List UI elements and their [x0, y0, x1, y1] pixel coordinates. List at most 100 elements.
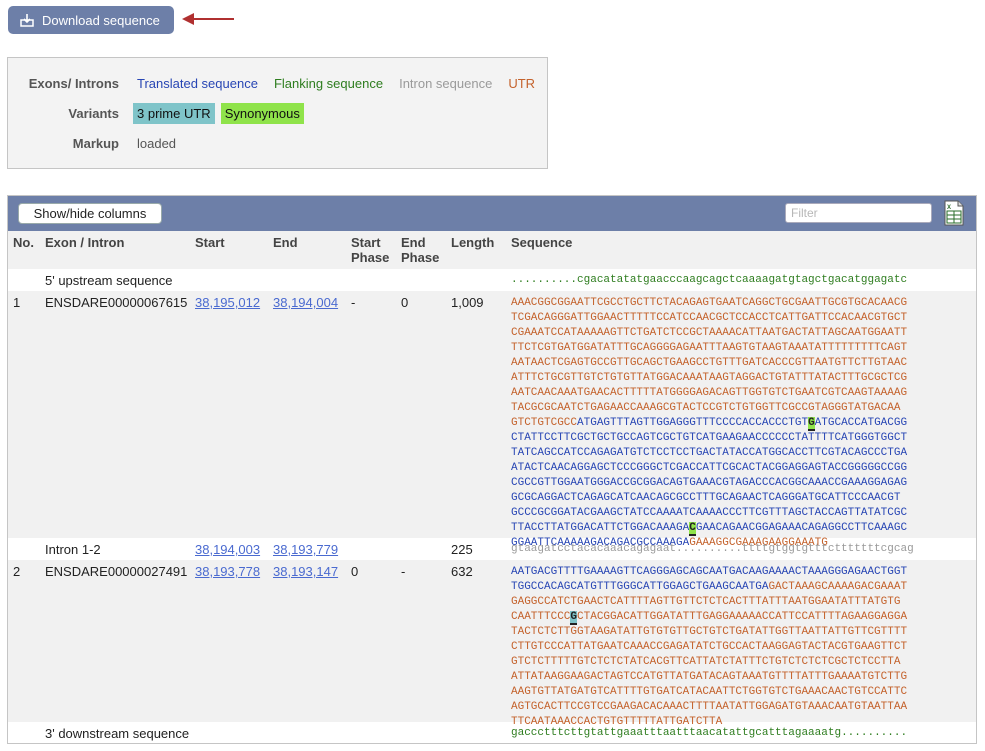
utr-sequence: AAGTGTTATGATGTCATTTTGTGATCATACAATTCTGGTG…: [511, 686, 908, 698]
variant-badge-synonymous: Synonymous: [220, 102, 304, 124]
utr-sequence: TACTCTCTTGGTAAGATATTGTGTGTTGCTGTCTGATATT…: [511, 626, 908, 638]
row-name: ENSDARE00000067615: [45, 295, 188, 310]
utr-sequence: AAACGGCGGAATTCGCCTGCTTCTACAGAGTGAATCAGGC…: [511, 297, 908, 309]
sequence-ellipsis: ..........: [841, 727, 908, 739]
translated-sequence: GCGCAGGACTCAGAGCATCAACAGCGCCTTTGCAGAACTC…: [511, 492, 901, 504]
exons-table: Show/hide columns X No. Exon / Intron St…: [7, 195, 977, 744]
variant-badge-3-prime-utr: 3 prime UTR: [133, 102, 215, 124]
download-sequence-button[interactable]: Download sequence: [8, 6, 174, 34]
col-header-start-phase[interactable]: Start Phase: [351, 235, 389, 265]
intron-sequence: gtaagatcctacacaaacagagaat..........ttttg…: [511, 543, 914, 555]
translated-sequence: CGCCGTTGGAATGGGACCGCGGACAGTGAAACGTAGACCC…: [511, 477, 908, 489]
row-name: ENSDARE00000027491: [45, 564, 188, 579]
legend-row-exons: Exons/ Introns Translated sequence Flank…: [8, 72, 547, 94]
pointer-arrow-icon: [182, 13, 234, 25]
table-row: 1 ENSDARE00000067615 38,195,012 38,194,0…: [8, 291, 976, 549]
synonymous-variant-base: C: [689, 522, 696, 536]
start-coordinate-link[interactable]: 38,193,778: [195, 564, 260, 579]
translated-sequence: AATGACGTTTTGAAAAGTTCAGGGAGCAGCAATGACAAGA…: [511, 566, 908, 578]
end-coordinate-link[interactable]: 38,193,147: [273, 564, 338, 579]
utr-sequence: CTTGTCCCATTATGAATCAAACCGAGATATCTGCCACTAA…: [511, 641, 908, 653]
col-header-end-phase-l2: Phase: [401, 250, 440, 265]
end-coordinate-link[interactable]: 38,193,779: [273, 542, 338, 557]
legend-label-exons: Exons/ Introns: [28, 75, 119, 91]
sequence-cell: AAACGGCGGAATTCGCCTGCTTCTACAGAGTGAATCAGGC…: [511, 296, 907, 551]
col-header-start[interactable]: Start: [195, 235, 225, 250]
translated-sequence: TGGCCACAGCATGTTTGGGCATTGGAGCTGAAGCAATGA: [511, 581, 769, 593]
end-coordinate-link[interactable]: 38,194,004: [273, 295, 338, 310]
row-length: 225: [451, 542, 473, 557]
utr-sequence: ATTTCTGCGTTGTCTGTGTTATGGACAAATAAGTAGGACT…: [511, 372, 908, 384]
table-toolbar: Show/hide columns X: [8, 196, 976, 231]
utr-sequence: CTACGGACATTGGATATTTGAGGAAAAACCATTCCATTTT…: [577, 611, 908, 623]
col-header-sequence[interactable]: Sequence: [511, 235, 572, 250]
start-phase: 0: [351, 564, 359, 579]
legend-translated: Translated sequence: [137, 75, 258, 91]
translated-sequence: ATACTCAACAGGAGCTCCCGGGCTCGACCATTCGCACTAC…: [511, 462, 908, 474]
col-header-start-phase-l2: Phase: [351, 250, 390, 265]
row-name: Intron 1-2: [45, 542, 101, 557]
translated-sequence: GAACAGAACGGAGAAACAGAGGCCTTCAAAGC: [695, 522, 908, 534]
table-row: 3' downstream sequence gaccctttcttgtattg…: [8, 722, 976, 743]
end-phase: -: [401, 564, 406, 579]
sequence-cell: gaccctttcttgtattgaaatttaatttaacatattgcat…: [511, 726, 907, 741]
row-name: 5' upstream sequence: [45, 273, 173, 288]
sequence-cell: AATGACGTTTTGAAAAGTTCAGGGAGCAGCAATGACAAGA…: [511, 565, 907, 730]
sequence-cell: ..........cgacatatatgaacccaagcagctcaaaag…: [511, 273, 907, 288]
row-length: 632: [451, 564, 473, 579]
utr-sequence: AATCAACAAATGAACACTTTTTATGGGGAGACAGTTGGTG…: [511, 387, 908, 399]
filter-input[interactable]: [785, 203, 932, 223]
col-header-no[interactable]: No.: [13, 235, 34, 250]
row-number: 2: [13, 564, 21, 579]
col-header-exon[interactable]: Exon / Intron: [45, 235, 124, 250]
start-coordinate-link[interactable]: 38,195,012: [195, 295, 260, 310]
col-header-length[interactable]: Length: [451, 235, 494, 250]
legend-intron: Intron sequence: [399, 75, 493, 91]
table-header: No. Exon / Intron Start End Start Phase E…: [8, 231, 976, 269]
legend-row-markup: Markup loaded: [8, 132, 547, 154]
legend-utr: UTR: [508, 75, 536, 91]
synonymous-variant-base: G: [808, 417, 815, 431]
sequence-cell: gtaagatcctacacaaacagagaat..........ttttg…: [511, 542, 914, 557]
row-name: 3' downstream sequence: [45, 726, 190, 741]
translated-sequence: CTATTCCTTCGCTGCTGCCAGTCGCTGTCATGAAGAACCC…: [511, 432, 908, 444]
col-header-end[interactable]: End: [273, 235, 298, 250]
table-row: Intron 1-2 38,194,003 38,193,779 225 gta…: [8, 538, 976, 560]
export-spreadsheet-icon[interactable]: X: [944, 200, 964, 226]
end-phase: 0: [401, 295, 409, 310]
utr-sequence: TTCTCGTGATGGATATTTGCAGGGGAGAATTTAAGTGTAA…: [511, 342, 908, 354]
utr-sequence: CAATTTCCC: [511, 611, 571, 623]
utr-sequence: GTCTGTCGCC: [511, 417, 578, 429]
col-header-start-phase-l1: Start: [351, 235, 381, 250]
legend-label-variants: Variants: [68, 105, 119, 121]
translated-sequence: ATGCACCATGACGG: [814, 417, 908, 429]
show-hide-columns-button[interactable]: Show/hide columns: [18, 203, 162, 224]
row-length: 1,009: [451, 295, 484, 310]
legend-label-markup: Markup: [72, 135, 119, 151]
utr-sequence: TCGACAGGGATTGGAACTTTTTCCATCCAACGCTCCACCT…: [511, 312, 908, 324]
translated-sequence: TATCAGCCATCCAGAGATGTCTCCTCCTGACTATACCATG…: [511, 447, 908, 459]
markup-status: loaded: [137, 135, 177, 151]
utr-sequence: GTCTCTTTTTGTCTCTCTATCACGTTCATTATCTATTTCT…: [511, 656, 901, 668]
sequence-ellipsis: ..........: [511, 274, 578, 286]
download-icon: [20, 14, 34, 27]
table-row: 5' upstream sequence ..........cgacatata…: [8, 269, 976, 291]
flanking-sequence: cgacatatatgaacccaagcagctcaaaagatgtagctga…: [577, 274, 908, 286]
start-coordinate-link[interactable]: 38,194,003: [195, 542, 260, 557]
utr-sequence: TACGCGCAATCTGAGAACCAAAGCGTACTCCGTCTGTGGT…: [511, 402, 901, 414]
utr-sequence: AATAACTCGAGTGCCGTTGCAGCTGAAGCCTGTTTGATCA…: [511, 357, 908, 369]
utr-sequence: ATTATAAGGAAGACTAGTCCATGTTATGATACAGTAAATG…: [511, 671, 908, 683]
utr-sequence: CGAAATCCATAAAAAGTTCTGATCTCCGCTAAAACATTAA…: [511, 327, 908, 339]
utr-sequence: GACTAAAGCAAAAGACGAAAT: [768, 581, 908, 593]
row-number: 1: [13, 295, 21, 310]
translated-sequence: GCCCGCGGATACGAAGCTATCCAAAATCAAAACCCTTCGT…: [511, 507, 908, 519]
col-header-end-phase-l1: End: [401, 235, 426, 250]
flanking-sequence: gaccctttcttgtattgaaatttaatttaacatattgcat…: [511, 727, 842, 739]
table-row: 2 ENSDARE00000027491 38,193,778 38,193,1…: [8, 560, 976, 728]
col-header-end-phase[interactable]: End Phase: [401, 235, 439, 265]
utr-sequence: AGTGCACTTCCGTCCGAAGACACAAACTTTTAATATTGGA…: [511, 701, 908, 713]
translated-sequence: ATGAGTTTAGTTGGAGGGTTTCCCCACCACCCTGT: [577, 417, 809, 429]
download-sequence-label: Download sequence: [42, 12, 160, 28]
legend-flanking: Flanking sequence: [273, 75, 384, 91]
svg-text:X: X: [947, 205, 951, 211]
